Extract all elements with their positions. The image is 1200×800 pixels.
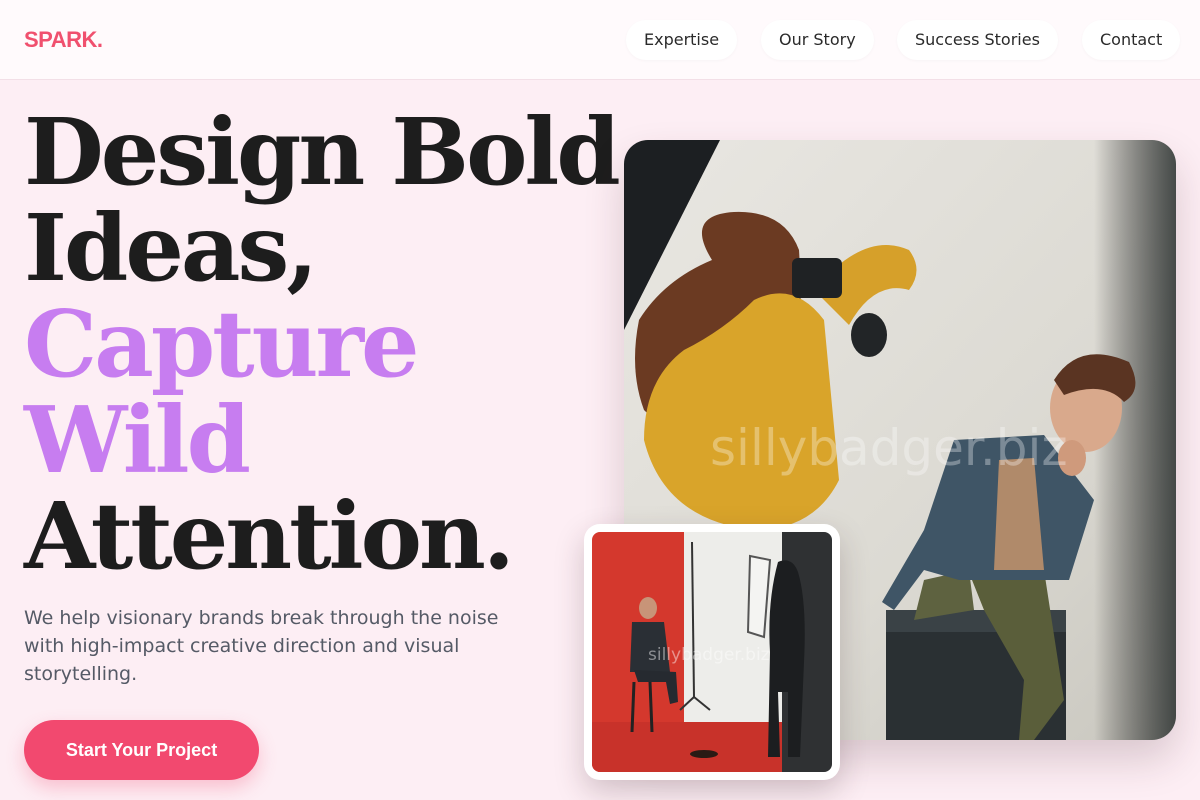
start-project-button[interactable]: Start Your Project xyxy=(24,720,259,780)
headline-line: Ideas, xyxy=(24,194,318,302)
headline-accent-line: Capture xyxy=(24,290,420,398)
site-header: SPARK. Expertise Our Story Success Stori… xyxy=(0,0,1200,80)
nav-expertise[interactable]: Expertise xyxy=(626,20,738,60)
studio-image: sillybadger.biz xyxy=(592,532,832,772)
nav-contact[interactable]: Contact xyxy=(1082,20,1181,60)
headline-line: Design Bold xyxy=(24,98,621,206)
headline-accent-line: Wild xyxy=(24,386,251,494)
nav-success-stories[interactable]: Success Stories xyxy=(897,20,1058,60)
hero-headline: Design Bold Ideas, Capture Wild Attentio… xyxy=(24,98,621,590)
logo[interactable]: SPARK. xyxy=(24,27,103,53)
headline-line: Attention. xyxy=(24,482,515,590)
nav-our-story[interactable]: Our Story xyxy=(761,20,874,60)
watermark: sillybadger.biz xyxy=(648,645,770,665)
hero-subtitle: We help visionary brands break through t… xyxy=(24,607,499,685)
watermark: sillybadger.biz xyxy=(710,419,1068,477)
hero-photo-inset: sillybadger.biz xyxy=(584,524,840,780)
